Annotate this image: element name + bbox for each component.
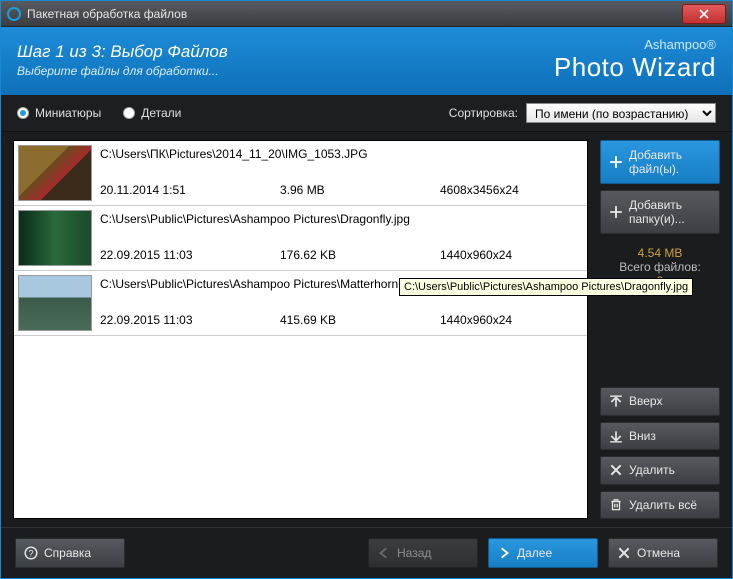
delete-button[interactable]: Удалить — [600, 456, 720, 484]
cancel-label: Отмена — [637, 546, 709, 560]
move-up-label: Вверх — [629, 394, 711, 408]
window-title: Пакетная обработка файлов — [27, 7, 682, 21]
add-folder-label: Добавить папку(и)... — [629, 198, 711, 227]
delete-all-label: Удалить всё — [629, 498, 711, 512]
x-icon — [617, 546, 631, 560]
add-folder-button[interactable]: Добавить папку(и)... — [600, 190, 720, 234]
file-row[interactable]: C:\Users\Public\Pictures\Ashampoo Pictur… — [14, 206, 587, 271]
app-window: Пакетная обработка файлов Шаг 1 из 3: Вы… — [0, 0, 733, 579]
view-toolbar: Миниатюры Детали Сортировка: По имени (п… — [1, 95, 732, 132]
sort-label: Сортировка: — [449, 106, 518, 120]
file-date: 20.11.2014 1:51 — [100, 183, 280, 197]
trash-icon — [609, 498, 623, 512]
file-path: C:\Users\ПК\Pictures\2014_11_20\IMG_1053… — [100, 147, 581, 161]
file-dimensions: 1440x960x24 — [440, 248, 581, 262]
brand-top: Ashampoo® — [554, 37, 716, 52]
brand: Ashampoo® Photo Wizard — [554, 37, 716, 83]
radio-icon — [123, 107, 135, 119]
delete-label: Удалить — [629, 463, 711, 477]
thumbnail — [18, 145, 92, 201]
back-button: Назад — [368, 538, 478, 568]
move-up-button[interactable]: Вверх — [600, 387, 720, 415]
svg-text:?: ? — [28, 549, 33, 559]
file-dimensions: 1440x960x24 — [440, 313, 581, 327]
view-thumbnails-label: Миниатюры — [35, 106, 101, 120]
view-details-label: Детали — [141, 106, 181, 120]
step-subtitle: Выберите файлы для обработки... — [17, 64, 554, 78]
thumbnail — [18, 210, 92, 266]
file-path: C:\Users\Public\Pictures\Ashampoo Pictur… — [100, 212, 581, 226]
file-date: 22.09.2015 11:03 — [100, 313, 280, 327]
x-icon — [609, 463, 623, 477]
move-down-label: Вниз — [629, 429, 711, 443]
help-button[interactable]: ? Справка — [15, 538, 125, 568]
file-date: 22.09.2015 11:03 — [100, 248, 280, 262]
tooltip: C:\Users\Public\Pictures\Ashampoo Pictur… — [399, 278, 693, 296]
close-icon — [699, 9, 709, 19]
help-icon: ? — [24, 546, 38, 560]
arrow-down-icon — [609, 429, 623, 443]
move-down-button[interactable]: Вниз — [600, 422, 720, 450]
delete-all-button[interactable]: Удалить всё — [600, 491, 720, 519]
file-dimensions: 4608x3456x24 — [440, 183, 581, 197]
radio-icon — [17, 107, 29, 119]
plus-icon — [609, 155, 623, 169]
view-mode-group: Миниатюры Детали — [17, 106, 181, 120]
arrow-left-icon — [377, 546, 391, 560]
plus-icon — [609, 205, 623, 219]
file-size: 176.62 KB — [280, 248, 440, 262]
titlebar[interactable]: Пакетная обработка файлов — [1, 1, 732, 27]
arrow-right-icon — [497, 546, 511, 560]
add-files-label: Добавить файл(ы). — [629, 148, 711, 177]
side-panel: Добавить файл(ы). Добавить папку(и)... 4… — [600, 140, 720, 519]
next-button[interactable]: Далее — [488, 538, 598, 568]
close-button[interactable] — [682, 4, 726, 24]
arrow-up-icon — [609, 395, 623, 409]
view-thumbnails-radio[interactable]: Миниатюры — [17, 106, 101, 120]
help-label: Справка — [44, 546, 116, 560]
back-label: Назад — [397, 546, 469, 560]
add-files-button[interactable]: Добавить файл(ы). — [600, 140, 720, 184]
view-details-radio[interactable]: Детали — [123, 106, 181, 120]
file-list[interactable]: C:\Users\ПК\Pictures\2014_11_20\IMG_1053… — [13, 140, 588, 519]
next-label: Далее — [517, 546, 589, 560]
step-title: Шаг 1 из 3: Выбор Файлов — [17, 42, 554, 62]
sort-select[interactable]: По имени (по возрастанию) — [526, 103, 716, 123]
stats-size: 4.54 MB — [600, 246, 720, 260]
file-size: 3.96 MB — [280, 183, 440, 197]
main-body: C:\Users\ПК\Pictures\2014_11_20\IMG_1053… — [1, 132, 732, 527]
thumbnail — [18, 275, 92, 331]
file-size: 415.69 KB — [280, 313, 440, 327]
brand-main: Photo Wizard — [554, 52, 716, 83]
stats-label: Всего файлов: — [600, 260, 720, 274]
file-row[interactable]: C:\Users\ПК\Pictures\2014_11_20\IMG_1053… — [14, 141, 587, 206]
wizard-footer: ? Справка Назад Далее Отмена — [1, 527, 732, 578]
app-icon — [7, 7, 21, 21]
cancel-button[interactable]: Отмена — [608, 538, 718, 568]
wizard-header: Шаг 1 из 3: Выбор Файлов Выберите файлы … — [1, 27, 732, 95]
